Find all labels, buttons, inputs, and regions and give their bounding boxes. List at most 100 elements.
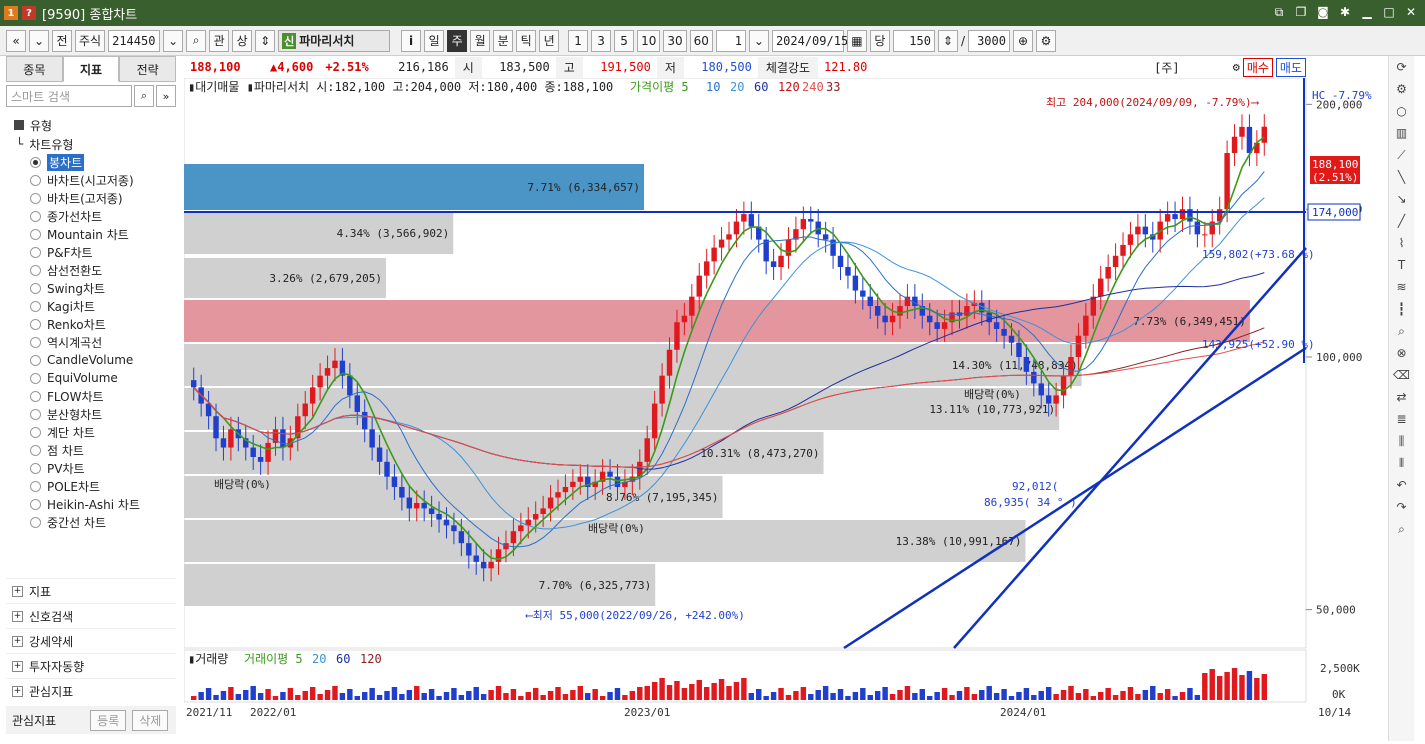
interval-5[interactable]: 5 bbox=[614, 29, 635, 52]
total-input[interactable]: 3000 bbox=[967, 29, 1010, 52]
ray-icon[interactable]: ↘ bbox=[1389, 188, 1414, 210]
chart-type-item[interactable]: Swing차트 bbox=[30, 279, 176, 297]
interval-60[interactable]: 60 bbox=[689, 29, 713, 52]
prev-double-icon[interactable]: « bbox=[6, 29, 26, 52]
stock-info-button[interactable]: i bbox=[401, 29, 422, 52]
category-item[interactable]: + 신호검색 bbox=[6, 603, 176, 628]
expand-plus-icon[interactable]: + bbox=[12, 660, 23, 672]
search-small-icon[interactable]: ⌕ bbox=[1389, 518, 1414, 540]
category-item[interactable]: + 강세약세 bbox=[6, 628, 176, 653]
expand-plus-icon[interactable]: + bbox=[12, 585, 23, 597]
sang-button[interactable]: 상 bbox=[232, 29, 253, 52]
chart-type-item[interactable]: 계단 차트 bbox=[30, 423, 176, 441]
search-icon[interactable]: ⌕ bbox=[186, 29, 207, 52]
radio-button[interactable] bbox=[30, 192, 41, 204]
minimize-icon[interactable]: ▁ bbox=[1359, 4, 1375, 20]
period-tick[interactable]: 틱 bbox=[516, 29, 537, 52]
zoom-icon[interactable]: ⊕ bbox=[1012, 29, 1033, 52]
interval-3[interactable]: 3 bbox=[591, 29, 612, 52]
radio-button[interactable] bbox=[30, 156, 41, 168]
chart-type-item[interactable]: 바차트(시고저종) bbox=[30, 171, 176, 189]
bar-icon[interactable]: ▥ bbox=[1389, 122, 1414, 144]
radio-button[interactable] bbox=[30, 264, 41, 276]
camera-icon[interactable]: ◙ bbox=[1315, 4, 1331, 20]
count-input[interactable]: 150 bbox=[892, 29, 935, 52]
period-minute[interactable]: 분 bbox=[493, 29, 514, 52]
chart-type-node[interactable]: └ 차트유형 bbox=[6, 135, 176, 153]
radio-button[interactable] bbox=[30, 372, 41, 384]
dang-button[interactable]: 당 bbox=[869, 29, 890, 52]
chart-type-item[interactable]: 삼선전환도 bbox=[30, 261, 176, 279]
radio-button[interactable] bbox=[30, 282, 41, 294]
candle-icon[interactable]: ┇ bbox=[1389, 298, 1414, 320]
interval-1[interactable]: 1 bbox=[568, 29, 589, 52]
tab-indicator[interactable]: 지표 bbox=[62, 56, 120, 82]
gear-icon[interactable]: ⚙ bbox=[1389, 78, 1414, 100]
smart-search-input[interactable]: 스마트 검색 bbox=[6, 85, 132, 107]
fib-icon[interactable]: ≋ bbox=[1389, 276, 1414, 298]
radio-button[interactable] bbox=[30, 462, 41, 474]
gwan-button[interactable]: 관 bbox=[209, 29, 230, 52]
market-select[interactable]: 주식 bbox=[75, 29, 106, 52]
expand-plus-icon[interactable]: + bbox=[12, 685, 23, 697]
link-icon[interactable]: ⧉ bbox=[1271, 4, 1287, 20]
chart-type-item[interactable]: Heikin-Ashi 차트 bbox=[30, 495, 176, 513]
text-icon[interactable]: T bbox=[1389, 254, 1414, 276]
trend-line-icon[interactable]: ⟋ bbox=[1389, 144, 1414, 166]
chart-type-item[interactable]: POLE차트 bbox=[30, 477, 176, 495]
chart-type-item[interactable]: Renko차트 bbox=[30, 315, 176, 333]
radio-button[interactable] bbox=[30, 516, 41, 528]
gear-icon[interactable]: ⚙ bbox=[1035, 29, 1056, 52]
code-dropdown-icon[interactable]: ⌄ bbox=[163, 29, 184, 52]
circle-icon[interactable]: ○ bbox=[1389, 100, 1414, 122]
chart-type-item[interactable]: 봉차트 bbox=[30, 153, 176, 171]
chart-type-item[interactable]: 분산형차트 bbox=[30, 405, 176, 423]
diagonal-icon[interactable]: ╱ bbox=[1389, 210, 1414, 232]
radio-button[interactable] bbox=[30, 354, 41, 366]
prev-stock-button[interactable]: 전 bbox=[52, 29, 72, 52]
eraser-icon[interactable]: ⌫ bbox=[1389, 364, 1414, 386]
delete-button[interactable]: 삭제 bbox=[132, 709, 169, 731]
tab-strategy[interactable]: 전략 bbox=[119, 56, 177, 82]
close-icon[interactable]: ✕ bbox=[1403, 4, 1419, 20]
chart-type-item[interactable]: EquiVolume bbox=[30, 369, 176, 387]
line-icon[interactable]: ╲ bbox=[1389, 166, 1414, 188]
radio-button[interactable] bbox=[30, 444, 41, 456]
radio-button[interactable] bbox=[30, 336, 41, 348]
settings-icon[interactable]: ✱ bbox=[1337, 4, 1353, 20]
type-section[interactable]: 유형 bbox=[6, 115, 176, 135]
expand-plus-icon[interactable]: + bbox=[12, 610, 23, 622]
count-stepper[interactable]: ⇕ bbox=[937, 29, 958, 52]
undo-icon[interactable]: ↶ bbox=[1389, 474, 1414, 496]
date-input[interactable]: 2024/09/15 bbox=[771, 29, 848, 52]
chart-type-item[interactable]: Mountain 차트 bbox=[30, 225, 176, 243]
category-item[interactable]: + 투자자동향 bbox=[6, 653, 176, 678]
category-item[interactable]: + 지표 bbox=[6, 578, 176, 603]
arrows-icon[interactable]: ⇄ bbox=[1389, 386, 1414, 408]
redo-icon[interactable]: ↷ bbox=[1389, 496, 1414, 518]
radio-button[interactable] bbox=[30, 300, 41, 312]
register-button[interactable]: 등록 bbox=[90, 709, 127, 731]
chart-type-item[interactable]: Kagi차트 bbox=[30, 297, 176, 315]
tab-stock[interactable]: 종목 bbox=[6, 56, 63, 82]
zoom-icon[interactable]: ⌕ bbox=[1389, 320, 1414, 342]
radio-button[interactable] bbox=[30, 318, 41, 330]
category-item[interactable]: + 관심지표 bbox=[6, 678, 176, 703]
interval-30[interactable]: 30 bbox=[663, 29, 687, 52]
updown-icon[interactable]: ⇕ bbox=[255, 29, 276, 52]
interval-input[interactable]: 1 bbox=[715, 29, 746, 52]
maximize-icon[interactable]: □ bbox=[1381, 4, 1397, 20]
code-input[interactable]: 214450 bbox=[108, 29, 161, 52]
magnet-icon[interactable]: ⊗ bbox=[1389, 342, 1414, 364]
buy-button[interactable]: 매수 bbox=[1242, 57, 1273, 77]
chart-area[interactable]: 7.71% (6,334,657) 4.34% (3,566,902) 3.26% … bbox=[183, 77, 1384, 741]
price-chart[interactable]: 7.71% (6,334,657) 4.34% (3,566,902) 3.26% … bbox=[183, 77, 1384, 741]
settings-icon[interactable]: ⚙ bbox=[1233, 60, 1240, 74]
expand-plus-icon[interactable]: + bbox=[12, 635, 23, 647]
chart-type-item[interactable]: 바차트(고저종) bbox=[30, 189, 176, 207]
chart-type-item[interactable]: 중간선 차트 bbox=[30, 513, 176, 531]
columns2-icon[interactable]: ⫴ bbox=[1389, 452, 1414, 474]
period-day[interactable]: 일 bbox=[424, 29, 445, 52]
auto-icon[interactable]: ⌇ bbox=[1389, 232, 1414, 254]
dropdown-icon[interactable]: ⌄ bbox=[29, 29, 49, 52]
